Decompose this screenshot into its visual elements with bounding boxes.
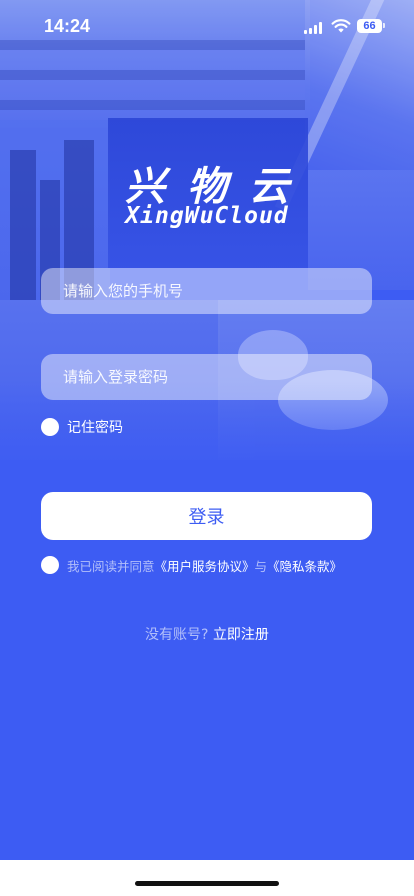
- wifi-icon: [331, 19, 351, 33]
- remember-password-radio[interactable]: [41, 418, 59, 436]
- home-indicator[interactable]: [135, 881, 279, 886]
- login-button[interactable]: 登录: [41, 492, 372, 540]
- register-row: 没有账号? 立即注册: [0, 624, 414, 644]
- battery-icon: 66: [357, 19, 382, 33]
- register-link[interactable]: 立即注册: [213, 627, 269, 643]
- phone-input[interactable]: [41, 268, 372, 314]
- agreement-radio[interactable]: [41, 556, 59, 574]
- remember-password-label[interactable]: 记住密码: [67, 417, 123, 437]
- privacy-policy-link[interactable]: 《隐私条款》: [267, 559, 342, 574]
- bottom-safe-area: [0, 860, 414, 896]
- register-question: 没有账号?: [145, 627, 209, 643]
- password-input[interactable]: [41, 354, 372, 400]
- status-bar: 14:24 66: [0, 0, 414, 54]
- agreement-prefix: 我已阅读并同意: [67, 559, 155, 574]
- agreement-and: 与: [254, 559, 268, 574]
- cellular-signal-icon: [304, 22, 324, 34]
- app-logo-english: XingWuCloud: [125, 203, 289, 229]
- agreement-text: 我已阅读并同意《用户服务协议》与《隐私条款》: [67, 556, 342, 575]
- user-service-agreement-link[interactable]: 《用户服务协议》: [155, 559, 255, 574]
- status-time: 14:24: [44, 16, 91, 36]
- login-screen: 14:24 66 兴物云 XingWuCloud 记住密码 登录 我已阅读并同意…: [0, 0, 414, 896]
